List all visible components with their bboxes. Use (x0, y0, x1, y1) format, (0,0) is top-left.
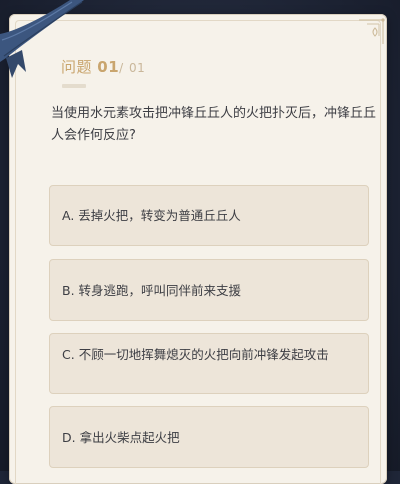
option-b-label: B. 转身逃跑，呼叫同伴前来支援 (62, 281, 354, 300)
bookmark-ribbon-icon (0, 0, 84, 78)
question-total-number: 01 (129, 61, 146, 75)
option-d[interactable]: D. 拿出火柴点起火把 (49, 406, 369, 468)
option-c-letter: C. (62, 347, 75, 362)
question-text: 当使用水元素攻击把冲锋丘丘人的火把扑灭后，冲锋丘丘人会作何反应? (51, 106, 377, 143)
option-b[interactable]: B. 转身逃跑，呼叫同伴前来支援 (49, 259, 369, 321)
option-a-text: 丢掉火把，转变为普通丘丘人 (78, 208, 241, 223)
option-a-label: A. 丢掉火把，转变为普通丘丘人 (62, 206, 354, 225)
option-b-text: 转身逃跑，呼叫同伴前来支援 (78, 283, 242, 298)
corner-ornament-icon (359, 18, 385, 44)
option-d-text: 拿出火柴点起火把 (79, 430, 180, 445)
option-c[interactable]: C. 不顾一切地挥舞熄灭的火把向前冲锋发起攻击 (49, 333, 369, 394)
option-c-text: 不顾一切地挥舞熄灭的火把向前冲锋发起攻击 (78, 347, 329, 362)
option-c-label: C. 不顾一切地挥舞熄灭的火把向前冲锋发起攻击 (62, 345, 354, 364)
option-a-letter: A. (62, 208, 75, 223)
option-b-letter: B. (62, 283, 75, 298)
option-d-label: D. 拿出火柴点起火把 (62, 428, 354, 447)
option-d-letter: D. (62, 430, 76, 445)
option-a[interactable]: A. 丢掉火把，转变为普通丘丘人 (49, 185, 369, 246)
